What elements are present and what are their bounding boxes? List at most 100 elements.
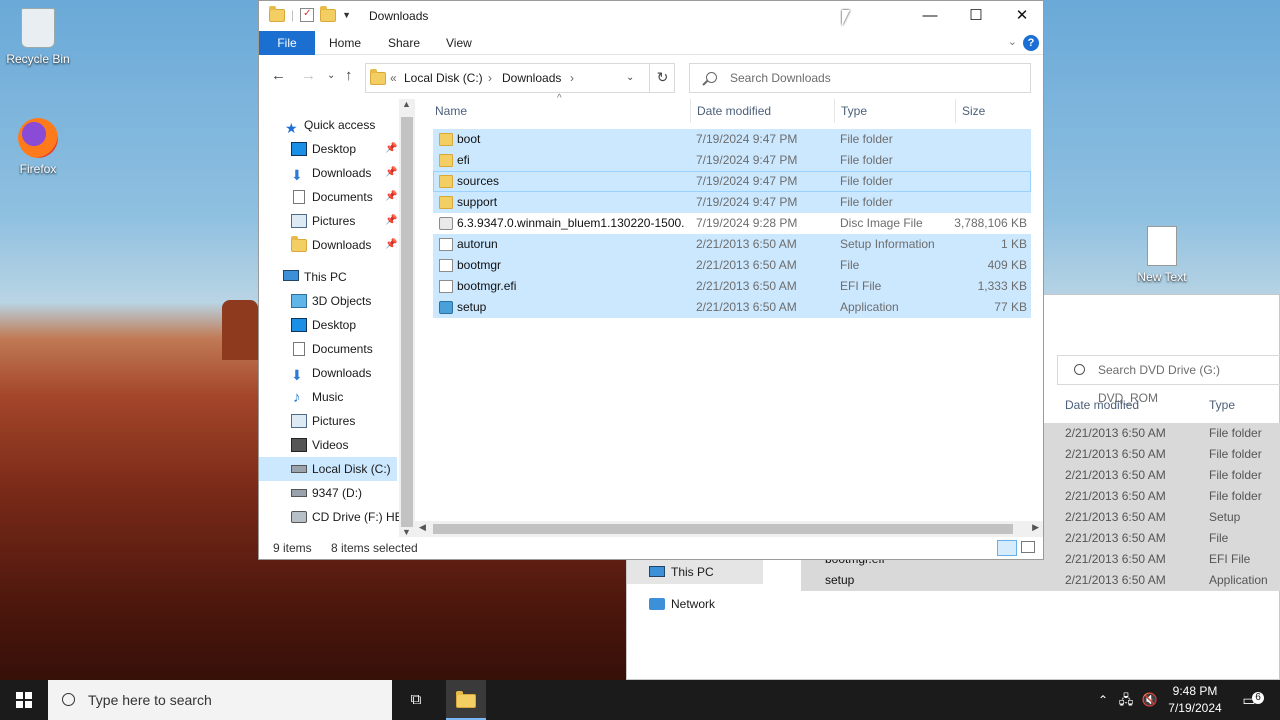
pin-icon[interactable]: 📌 [385, 233, 397, 257]
column-header-type[interactable]: Type [1209, 393, 1235, 417]
nav-item-network[interactable]: Network [627, 592, 715, 616]
notification-center-icon[interactable]: ▭ 6 [1234, 680, 1264, 720]
forward-arrow-icon[interactable]: → [301, 67, 316, 84]
table-row[interactable]: 6.3.9347.0.winmain_bluem1.130220-1500...… [433, 213, 1031, 234]
explorer-window[interactable]: | ✓ ▼ Downloads — ☐ ✕ File Home Share Vi… [258, 0, 1044, 560]
expand-ribbon-icon[interactable]: ⌄ [1008, 35, 1017, 48]
back-arrow-icon[interactable]: ← [271, 67, 286, 84]
column-divider[interactable] [834, 99, 835, 123]
pin-icon[interactable]: 📌 [385, 161, 397, 185]
table-row[interactable]: sources 7/19/2024 9:47 PM File folder [433, 171, 1031, 192]
table-row[interactable]: bootmgr 2/21/2013 6:50 AM File 409 KB [433, 255, 1031, 276]
search-input[interactable]: Search Downloads [689, 63, 1031, 93]
chevron-down-icon[interactable]: ⌄ [626, 64, 634, 92]
title-bar[interactable]: | ✓ ▼ Downloads — ☐ ✕ [259, 1, 1043, 31]
nav-item-cd-drive[interactable]: CD Drive (F:) HB [259, 505, 403, 529]
address-bar[interactable]: « Local Disk (C:) › Downloads › ⌄ [365, 63, 675, 93]
table-row[interactable]: support 7/19/2024 9:47 PM File folder [433, 192, 1031, 213]
recent-locations-icon[interactable]: ⌄ [327, 70, 335, 81]
column-header-type[interactable]: Type [841, 99, 867, 123]
horizontal-scrollbar[interactable]: ◀ ▶ [415, 521, 1043, 537]
search-icon [62, 693, 75, 706]
background-search-input[interactable]: Search DVD Drive (G:) DVD_ROM [1057, 355, 1280, 405]
nav-item-documents[interactable]: Documents 📌 [259, 185, 399, 209]
breadcrumb-separator[interactable]: › [488, 64, 492, 92]
refresh-icon[interactable]: ↻ [649, 63, 675, 93]
start-button[interactable] [0, 680, 48, 720]
column-header-date[interactable]: Date modified [1065, 393, 1139, 417]
desktop-icon-firefox[interactable]: Firefox [0, 118, 76, 176]
column-divider[interactable] [690, 99, 691, 123]
tab-home[interactable]: Home [329, 31, 361, 55]
table-row[interactable]: efi 7/19/2024 9:47 PM File folder [433, 150, 1031, 171]
scrollbar-thumb[interactable] [433, 524, 1013, 534]
details-view-icon[interactable] [997, 540, 1017, 556]
nav-scrollbar[interactable]: ▲ ▼ [399, 99, 415, 537]
maximize-button[interactable]: ☐ [953, 1, 999, 31]
column-header-name[interactable]: Name [435, 99, 467, 123]
up-arrow-icon[interactable]: ↑ [345, 67, 353, 84]
scrollbar-thumb[interactable] [401, 117, 413, 527]
breadcrumb-overflow[interactable]: « [390, 64, 397, 92]
scroll-left-icon[interactable]: ◀ [419, 522, 426, 533]
tab-file[interactable]: File [259, 31, 315, 55]
file-explorer-taskbar-icon[interactable] [446, 680, 486, 720]
close-button[interactable]: ✕ [999, 1, 1045, 31]
pin-icon[interactable]: 📌 [385, 137, 397, 161]
large-icons-view-icon[interactable] [1021, 541, 1035, 553]
nav-item-videos[interactable]: Videos [259, 433, 399, 457]
column-header-size[interactable]: Size [962, 99, 985, 123]
scroll-right-icon[interactable]: ▶ [1032, 522, 1039, 533]
breadcrumb-local-disk[interactable]: Local Disk (C:) [404, 64, 483, 92]
nav-item-drive-d[interactable]: 9347 (D:) [259, 481, 399, 505]
pin-icon[interactable]: 📌 [385, 209, 397, 233]
nav-item-this-pc[interactable]: This PC [259, 265, 399, 289]
desktop-icon [291, 142, 307, 156]
nav-item-desktop[interactable]: Desktop [259, 313, 399, 337]
table-row[interactable]: bootmgr.efi 2/21/2013 6:50 AM EFI File 1,33… [433, 276, 1031, 297]
new-folder-icon[interactable] [320, 5, 337, 22]
breadcrumb-downloads[interactable]: Downloads [502, 64, 561, 92]
file-icon [439, 280, 453, 293]
nav-item-this-pc[interactable]: This PC [627, 560, 763, 584]
pin-icon[interactable]: 📌 [385, 185, 397, 209]
nav-item-local-disk[interactable]: Local Disk (C:) [259, 457, 397, 481]
nav-item-pictures[interactable]: Pictures [259, 409, 399, 433]
help-icon[interactable]: ? [1023, 35, 1039, 51]
column-divider[interactable] [955, 99, 956, 123]
task-view-icon[interactable]: ⧉ [398, 680, 434, 720]
tab-share[interactable]: Share [388, 31, 420, 55]
properties-icon[interactable]: ✓ [300, 8, 315, 22]
folder-icon [370, 69, 386, 85]
breadcrumb-separator[interactable]: › [570, 64, 574, 92]
table-row[interactable]: autorun 2/21/2013 6:50 AM Setup Informatio… [433, 234, 1031, 255]
chevron-up-icon[interactable]: ⌃ [1094, 680, 1112, 720]
table-row[interactable]: boot 7/19/2024 9:47 PM File folder [433, 129, 1031, 150]
nav-item-music[interactable]: ♪ Music [259, 385, 399, 409]
computer-icon [649, 566, 665, 577]
tab-view[interactable]: View [446, 31, 472, 55]
chevron-down-icon[interactable]: ▼ [342, 10, 351, 20]
scroll-up-icon[interactable]: ▲ [402, 99, 411, 109]
table-row[interactable]: setup 2/21/2013 6:50 AM Application [801, 570, 1280, 591]
scroll-down-icon[interactable]: ▼ [402, 527, 411, 537]
nav-item-downloads[interactable]: ⬇ Downloads [259, 361, 399, 385]
nav-item-downloads-folder[interactable]: Downloads 📌 [259, 233, 399, 257]
taskbar-clock[interactable]: 9:48 PM 7/19/2024 [1160, 683, 1230, 717]
network-icon[interactable]: 🖧 [1116, 680, 1136, 720]
column-header-date[interactable]: Date modified [697, 99, 771, 123]
folder-icon [439, 154, 453, 167]
desktop-icon-new-text-document[interactable]: New Text Document [1124, 226, 1200, 286]
volume-muted-icon[interactable]: 🔇 [1140, 680, 1160, 720]
nav-item-downloads[interactable]: ⬇ Downloads 📌 [259, 161, 399, 185]
nav-item-desktop[interactable]: Desktop 📌 [259, 137, 399, 161]
table-row[interactable]: setup 2/21/2013 6:50 AM Application 77 KB [433, 297, 1031, 318]
nav-item-documents[interactable]: Documents [259, 337, 399, 361]
nav-item-3d-objects[interactable]: 3D Objects [259, 289, 399, 313]
nav-item-quick-access[interactable]: ★ Quick access [259, 113, 399, 137]
minimize-button[interactable]: — [907, 1, 953, 31]
desktop-icon-recycle-bin[interactable]: Recycle Bin [0, 8, 76, 66]
search-icon [1074, 364, 1085, 375]
taskbar-search-input[interactable]: Type here to search [48, 680, 392, 720]
nav-item-pictures[interactable]: Pictures 📌 [259, 209, 399, 233]
